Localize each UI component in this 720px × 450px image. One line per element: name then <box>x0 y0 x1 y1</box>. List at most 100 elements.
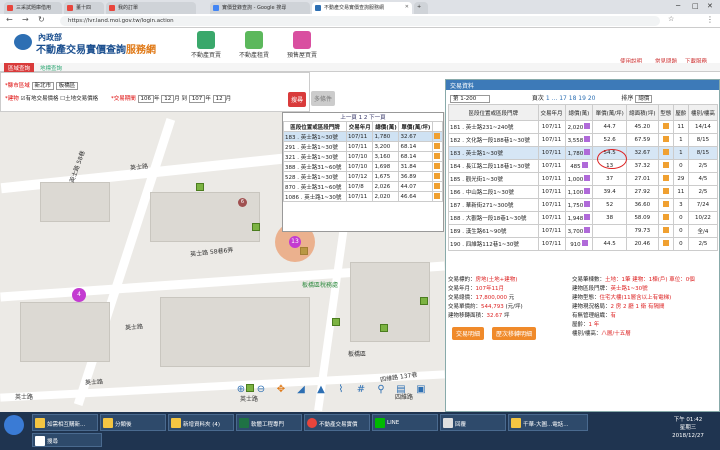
detail-icon[interactable] <box>434 163 441 170</box>
taskbar-search-input[interactable]: 搜尋 <box>32 433 102 447</box>
detail-icon[interactable] <box>434 153 441 160</box>
grid-icon[interactable]: # <box>354 383 368 397</box>
search-button[interactable]: 搜尋 <box>288 92 307 107</box>
close-window-icon[interactable]: ✕ <box>707 2 713 10</box>
taskbar-item[interactable]: 軟體工程專門 <box>236 414 302 431</box>
multi-condition-button[interactable]: 多條件 <box>311 91 336 106</box>
detail-icon[interactable] <box>662 175 669 181</box>
detail-icon[interactable] <box>662 188 669 194</box>
table-row[interactable]: 190 . 四維路112巷1~30號 107/11 910 44.5 20.46 0 2/5 <box>448 237 719 251</box>
transfer-history-button[interactable]: 歷次移轉明細 <box>492 327 537 340</box>
tab-landmark-query[interactable]: 地標查詢 <box>36 63 66 72</box>
maximize-icon[interactable]: □ <box>692 2 699 10</box>
map-marker-icon[interactable] <box>581 162 588 168</box>
browser-menu-icon[interactable]: ⋮ <box>706 15 714 24</box>
page-links[interactable]: 1 ... 17 18 19 20 <box>546 95 596 102</box>
table-row[interactable]: 181 . 英士路231~240號 107/11 2,020 44.7 45.20 11 1… <box>448 120 719 134</box>
map-pin[interactable] <box>196 183 204 191</box>
map-marker-icon[interactable] <box>584 188 591 194</box>
from-year-input[interactable]: 106 <box>137 95 155 103</box>
to-month-select[interactable]: 12 <box>212 95 226 103</box>
map-pin[interactable] <box>252 223 260 231</box>
table-row[interactable]: 528 . 英士路1~30號 107/12 1,675 36.89 <box>283 171 443 182</box>
table-row[interactable]: 1086 . 英士路1~30號 107/11 2,020 46.64 <box>283 191 443 202</box>
to-year-input[interactable]: 107 <box>188 95 206 103</box>
url-input[interactable]: https://lvr.land.moi.gov.tw/login.action <box>60 16 660 26</box>
detail-icon[interactable] <box>434 183 441 190</box>
detail-icon[interactable] <box>662 227 669 233</box>
taskbar-item[interactable]: 如需相互購新... <box>32 414 98 431</box>
browser-tab[interactable]: 董十四 <box>64 2 104 14</box>
tab-area-query[interactable]: 區域查詢 <box>4 63 35 72</box>
bookmark-star-icon[interactable]: ☆ <box>668 15 674 23</box>
taskbar-item[interactable]: LINE <box>372 414 438 431</box>
detail-icon[interactable] <box>434 143 441 150</box>
locate-icon[interactable]: ⚲ <box>374 383 388 397</box>
area-icon[interactable]: ▲ <box>314 383 328 397</box>
detail-icon[interactable] <box>434 173 441 180</box>
new-tab-button[interactable]: + <box>414 2 428 14</box>
nav-rental[interactable]: 不動產租賃 <box>234 31 274 59</box>
nav-presale[interactable]: 預售屋買賣 <box>282 31 322 59</box>
close-tab-icon[interactable]: ✕ <box>405 4 409 10</box>
detail-icon[interactable] <box>662 136 669 142</box>
popup-pager[interactable]: 上一頁 1 2 下一頁 <box>283 113 443 121</box>
table-row[interactable]: 182 . 文化路一段188巷1~30號 107/11 3,558 52.6 67.59… <box>448 133 719 147</box>
taskbar-item[interactable]: 不動產交易實價 <box>304 414 370 431</box>
map-marker-icon[interactable] <box>584 123 591 129</box>
table-row[interactable]: 186 . 中山路二段1~30號 107/11 1,100 39.4 27.92 11 2/… <box>448 185 719 199</box>
city-select[interactable]: 新北市 <box>31 82 55 90</box>
detail-icon[interactable] <box>662 149 669 155</box>
map-cluster[interactable]: 4 <box>72 288 86 302</box>
taskbar-item[interactable]: 千華-大圖...電話... <box>508 414 588 431</box>
table-row[interactable]: 188 . 大觀路一段18巷1~30號 107/11 1,948 38 58.09 0 10… <box>448 211 719 225</box>
detail-icon[interactable] <box>662 214 669 220</box>
detail-icon[interactable] <box>662 123 669 129</box>
browser-tab[interactable]: 三采試題庫借用 <box>4 2 62 14</box>
print-icon[interactable]: ▣ <box>414 383 428 397</box>
start-button-icon[interactable] <box>4 415 24 435</box>
taskbar-item[interactable]: 回覆 <box>440 414 506 431</box>
table-row[interactable]: 185 . 觀光街1~30號 107/11 1,000 37 27.01 29 4/5 <box>448 172 719 186</box>
table-row[interactable]: 321 . 英士路1~30號 107/10 3,160 68.14 <box>283 151 443 162</box>
table-row[interactable]: 388 . 英士路31~60號 107/10 1,698 31.84 <box>283 161 443 172</box>
browser-tab[interactable]: 我的訂單 <box>106 2 196 14</box>
table-row[interactable]: 183 . 英士路1~30號 107/11 1,780 54.5 32.67 1 8/15 <box>448 146 719 160</box>
table-row[interactable]: 183 . 英士路1~30號 107/11 1,780 32.67 <box>283 131 443 142</box>
from-month-select[interactable]: 12 <box>161 95 175 103</box>
map-marker-icon[interactable] <box>584 175 591 181</box>
map-marker-icon[interactable] <box>584 227 591 233</box>
clock[interactable]: 下午 01:42 星期三 2018/12/27 <box>660 416 716 440</box>
reload-icon[interactable]: ↻ <box>38 15 45 24</box>
detail-icon[interactable] <box>434 193 441 200</box>
table-row[interactable]: 291 . 英士路1~30號 107/11 3,200 68.14 <box>283 141 443 152</box>
map-marker-icon[interactable] <box>584 149 591 155</box>
map-marker-icon[interactable] <box>584 214 591 220</box>
table-row[interactable]: 184 . 長江路二段118巷1~30號 107/11 485 13 37.32 0 2/5 <box>448 159 719 173</box>
layer-icon[interactable]: ▤ <box>394 383 408 397</box>
pan-icon[interactable]: ✥ <box>274 383 288 397</box>
minimize-icon[interactable]: ─ <box>676 2 680 10</box>
detail-icon[interactable] <box>662 201 669 207</box>
range-select[interactable]: 第 1-200 <box>450 95 490 103</box>
taskbar-item[interactable]: 新增資料夾 (4) <box>168 414 234 431</box>
map-pin[interactable] <box>420 297 428 305</box>
back-icon[interactable]: ← <box>6 15 13 24</box>
district-select[interactable]: 板橋區 <box>55 82 79 90</box>
transaction-detail-button[interactable]: 交易明細 <box>452 327 485 340</box>
map-marker-icon[interactable] <box>584 201 591 207</box>
measure-icon[interactable]: ◢ <box>294 383 308 397</box>
table-row[interactable]: 870 . 英士路31~60號 107/8 2,026 44.07 <box>283 181 443 192</box>
map-marker-icon[interactable] <box>584 136 591 142</box>
sort-select[interactable]: 總價 <box>635 95 653 103</box>
forward-icon[interactable]: → <box>22 15 29 24</box>
detail-icon[interactable] <box>662 162 669 168</box>
browser-tab[interactable]: 實價登錄查詢 - Google 搜尋 <box>210 2 310 14</box>
detail-icon[interactable] <box>662 240 669 246</box>
map-pin[interactable] <box>332 318 340 326</box>
taskbar-item[interactable]: 分類後 <box>100 414 166 431</box>
nav-sales[interactable]: 不動產買賣 <box>186 31 226 59</box>
map-marker-icon[interactable] <box>581 240 588 246</box>
detail-icon[interactable] <box>434 133 441 140</box>
table-row[interactable]: 189 . 漢生路61~90號 107/11 3,700 79.73 0 全/4 <box>448 224 719 238</box>
